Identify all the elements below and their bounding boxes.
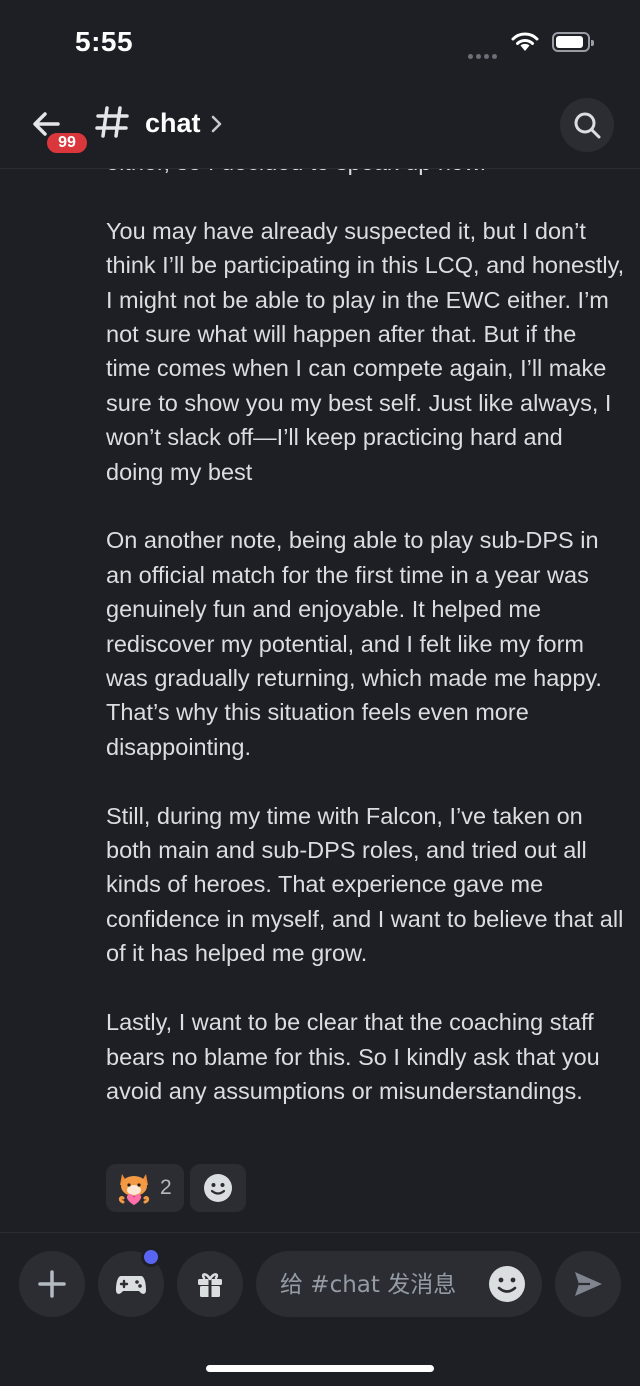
add-reaction-button[interactable] <box>190 1164 246 1212</box>
notification-dot <box>141 1247 161 1267</box>
cellular-signal-icon <box>468 46 500 64</box>
gift-button[interactable] <box>177 1251 243 1317</box>
fox-hug-emoji-icon <box>118 1174 150 1205</box>
message-paragraph: You may have already suspected it, but I… <box>106 217 625 485</box>
status-time: 5:55 <box>75 26 134 57</box>
gift-icon <box>198 1273 222 1297</box>
gamepad-icon <box>116 1276 146 1294</box>
attach-button[interactable] <box>19 1251 85 1317</box>
message-paragraph: On another note, being able to play sub-… <box>106 527 602 760</box>
channel-name[interactable]: chat <box>145 108 201 139</box>
channel-header: 99 chat <box>0 88 640 169</box>
message-list[interactable]: either, so I decided to speak up now. Yo… <box>0 168 640 1230</box>
home-indicator <box>206 1365 434 1372</box>
message-composer <box>0 1232 640 1386</box>
search-button[interactable] <box>560 98 614 152</box>
status-bar: 5:55 <box>0 0 640 88</box>
emoji-picker-icon[interactable] <box>486 1263 528 1305</box>
message-input[interactable] <box>278 1251 482 1319</box>
search-icon <box>574 112 601 139</box>
reaction-chip[interactable]: 2 <box>106 1164 184 1212</box>
message-paragraph: either, so I decided to speak up now. <box>106 168 626 179</box>
message-body: either, so I decided to speak up now. Yo… <box>106 168 626 1143</box>
plus-icon <box>38 1270 66 1298</box>
smiley-icon <box>204 1174 232 1202</box>
message-input-box[interactable] <box>256 1251 542 1319</box>
wifi-icon <box>511 32 539 51</box>
send-button[interactable] <box>555 1251 621 1317</box>
message-paragraph: Lastly, I want to be clear that the coac… <box>106 1009 600 1104</box>
hashtag-icon <box>95 106 129 138</box>
unread-badge: 99 <box>44 130 90 156</box>
battery-icon <box>552 32 594 52</box>
reaction-count: 2 <box>160 1176 172 1199</box>
send-arrow-icon <box>575 1272 602 1296</box>
chevron-right-icon[interactable] <box>208 114 224 134</box>
message-paragraph: Still, during my time with Falcon, I’ve … <box>106 802 624 967</box>
